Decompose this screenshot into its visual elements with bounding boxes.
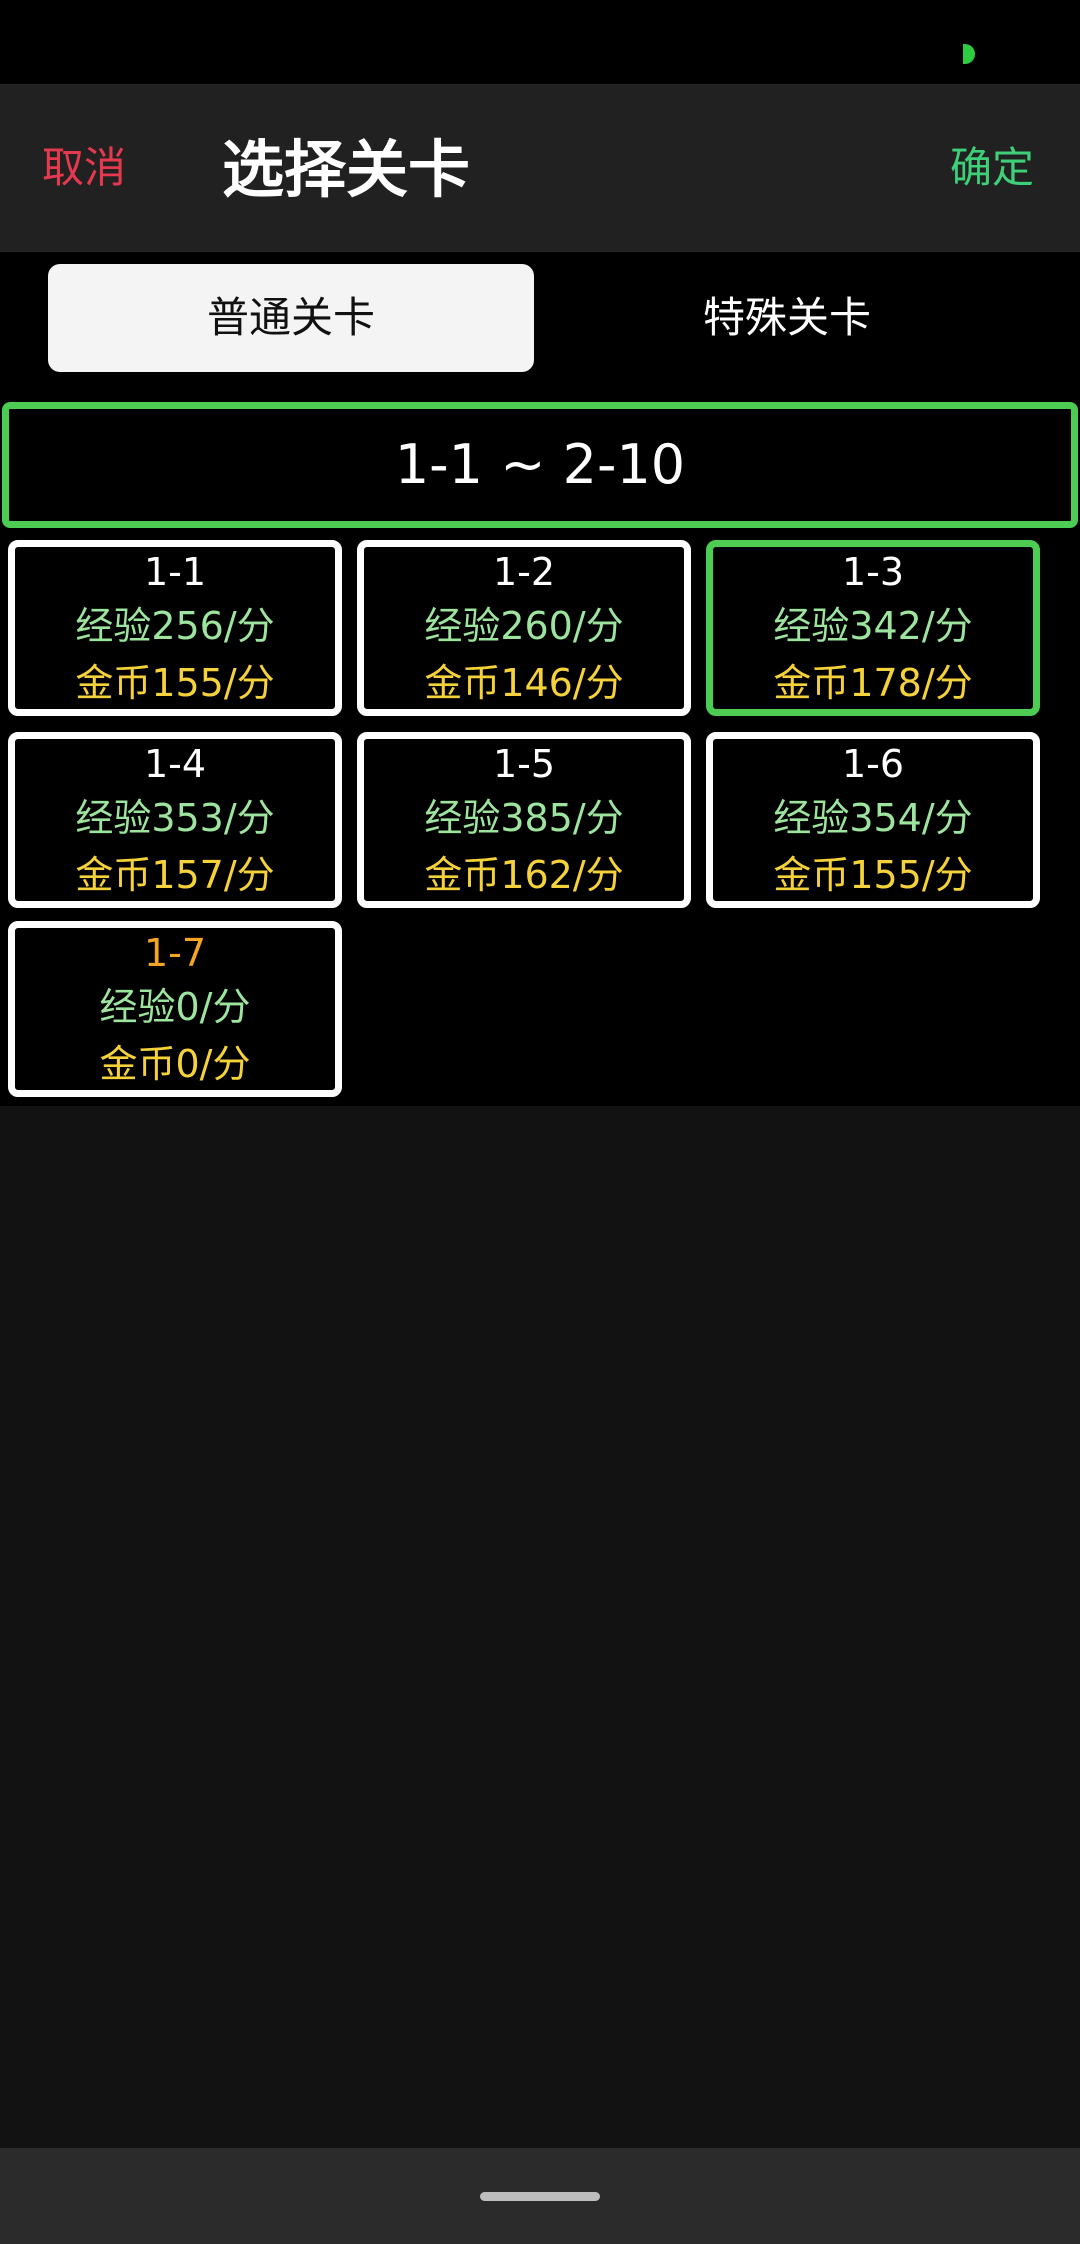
level-name: 1-3	[841, 550, 905, 594]
level-card-1-7[interactable]: 1-7 经验0/分 金币0/分	[8, 921, 342, 1097]
level-exp-rate: 经验256/分	[75, 604, 275, 648]
home-indicator[interactable]	[480, 2192, 600, 2201]
level-name: 1-2	[492, 550, 556, 594]
level-exp-rate: 经验354/分	[773, 796, 973, 840]
level-name: 1-7	[143, 931, 207, 975]
tab-special-levels[interactable]: 特殊关卡	[544, 264, 1030, 372]
level-exp-rate: 经验0/分	[99, 985, 251, 1029]
level-range-header[interactable]: 1-1 ~ 2-10	[2, 402, 1078, 528]
level-list: 1-1 ~ 2-10 1-1 经验256/分 金币155/分 1-2 经验260…	[0, 382, 1080, 1106]
header: 取消 选择关卡 确定	[0, 84, 1080, 252]
confirm-button[interactable]: 确定	[950, 138, 1034, 198]
battery-icon	[963, 44, 975, 64]
level-name: 1-6	[841, 742, 905, 786]
status-bar	[0, 0, 1080, 84]
level-card-1-2[interactable]: 1-2 经验260/分 金币146/分	[357, 540, 691, 716]
level-gold-rate: 金币155/分	[75, 661, 275, 705]
navigation-bar	[0, 2148, 1080, 2244]
level-name: 1-4	[143, 742, 207, 786]
tab-bar: 普通关卡 特殊关卡	[0, 252, 1080, 382]
level-card-1-1[interactable]: 1-1 经验256/分 金币155/分	[8, 540, 342, 716]
level-gold-rate: 金币162/分	[424, 853, 624, 897]
level-card-1-6[interactable]: 1-6 经验354/分 金币155/分	[706, 732, 1040, 908]
tab-normal-levels[interactable]: 普通关卡	[48, 264, 534, 372]
level-card-1-3[interactable]: 1-3 经验342/分 金币178/分	[706, 540, 1040, 716]
level-exp-rate: 经验353/分	[75, 796, 275, 840]
level-gold-rate: 金币157/分	[75, 853, 275, 897]
page-title: 选择关卡	[222, 133, 471, 206]
level-gold-rate: 金币155/分	[773, 853, 973, 897]
level-exp-rate: 经验260/分	[424, 604, 624, 648]
level-gold-rate: 金币178/分	[773, 661, 973, 705]
level-name: 1-5	[492, 742, 556, 786]
cancel-button[interactable]: 取消	[42, 138, 126, 198]
level-exp-rate: 经验385/分	[424, 796, 624, 840]
level-gold-rate: 金币0/分	[99, 1042, 251, 1086]
level-exp-rate: 经验342/分	[773, 604, 973, 648]
level-gold-rate: 金币146/分	[424, 661, 624, 705]
level-card-1-5[interactable]: 1-5 经验385/分 金币162/分	[357, 732, 691, 908]
level-name: 1-1	[143, 550, 207, 594]
level-card-1-4[interactable]: 1-4 经验353/分 金币157/分	[8, 732, 342, 908]
